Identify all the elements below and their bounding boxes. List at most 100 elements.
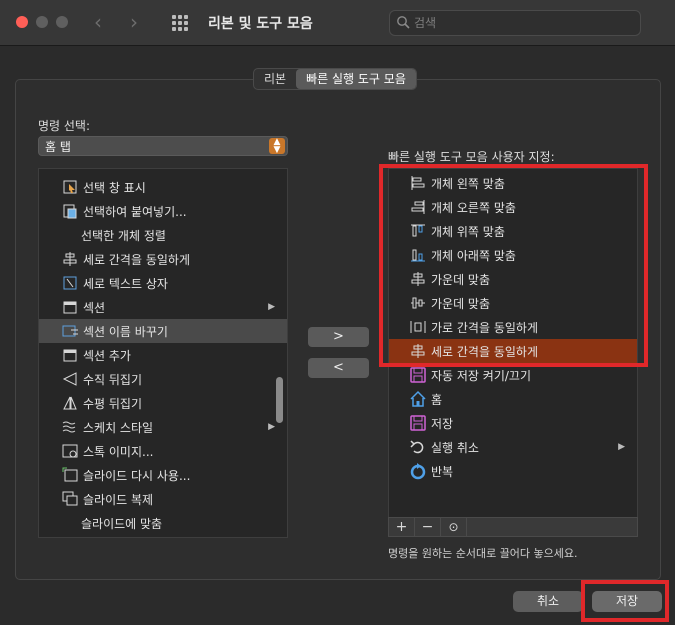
selection-pane-icon (61, 178, 79, 196)
list-item-label: 수평 뒤집기 (83, 396, 143, 411)
list-item[interactable]: 자동 저장 켜기/끄기 (389, 363, 637, 387)
scrollbar-thumb[interactable] (276, 377, 283, 423)
list-item[interactable]: 섹션 이름 바꾸기 (39, 319, 287, 343)
drag-hint: 명령을 원하는 순서대로 끌어다 놓으세요. (388, 547, 578, 560)
search-input[interactable] (414, 14, 634, 32)
search-icon (397, 16, 410, 29)
list-item-label: 스톡 이미지... (83, 444, 154, 459)
list-item[interactable]: 실행 취소 ▶ (389, 435, 637, 459)
toolbar-commands-list[interactable]: 개체 왼쪽 맞춤개체 오른쪽 맞춤개체 위쪽 맞춤개체 아래쪽 맞춤가운데 맞춤… (388, 168, 638, 518)
remove-command-button[interactable]: < (308, 358, 369, 378)
list-item-label: 자동 저장 켜기/끄기 (431, 368, 531, 383)
home-icon (409, 390, 427, 408)
list-item[interactable]: 개체 아래쪽 맞춤 (389, 243, 637, 267)
list-item[interactable]: 세로 간격을 동일하게 (389, 339, 637, 363)
list-item-label: 섹션 추가 (83, 348, 131, 363)
submenu-arrow-icon: ▶ (618, 442, 625, 452)
select-value: 홈 탭 (45, 140, 71, 154)
list-item-label: 개체 위쪽 맞춤 (431, 224, 505, 239)
list-item[interactable]: 수직 뒤집기 (39, 367, 287, 391)
list-item[interactable]: 홈 (389, 387, 637, 411)
rename-section-icon (61, 322, 79, 340)
grid-icon[interactable] (172, 15, 188, 31)
align-right-icon (409, 198, 427, 216)
save-button[interactable]: 저장 (592, 591, 662, 612)
customize-toolbar-label: 빠른 실행 도구 모음 사용자 지정: (388, 150, 555, 164)
list-item-label: 반복 (431, 464, 454, 479)
align-bottom-icon (409, 246, 427, 264)
search-box[interactable] (389, 10, 641, 36)
list-toolbar: + − ⊙ (388, 517, 638, 537)
list-item-label: 저장 (431, 416, 454, 431)
list-item[interactable]: 세로 간격을 동일하게 (39, 247, 287, 271)
back-chevron-icon[interactable]: ‹ (94, 10, 102, 34)
list-item[interactable]: 선택하여 붙여넣기... (39, 199, 287, 223)
list-item[interactable]: 저장 (389, 411, 637, 435)
add-command-button[interactable]: > (308, 327, 369, 347)
tab-quick-access-toolbar[interactable]: 빠른 실행 도구 모음 (296, 69, 416, 89)
chevron-updown-icon: ▲ ▼ (269, 138, 285, 155)
list-item[interactable]: 섹션 추가 (39, 343, 287, 367)
list-item-label: 가로 간격을 동일하게 (431, 320, 538, 335)
tab-switcher: 리본 빠른 실행 도구 모음 (253, 68, 417, 90)
distribute-horizontal-icon (409, 318, 427, 336)
list-item-label: 선택 창 표시 (83, 180, 146, 195)
list-item[interactable]: 개체 위쪽 맞춤 (389, 219, 637, 243)
title-bar: ‹ › 리본 및 도구 모음 (0, 0, 675, 46)
list-item[interactable]: 반복 (389, 459, 637, 483)
list-item-label: 개체 왼쪽 맞춤 (431, 176, 505, 191)
distribute-vertical-icon (409, 342, 427, 360)
stock-image-icon (61, 442, 79, 460)
list-item[interactable]: 슬라이드 다시 사용... (39, 463, 287, 487)
list-item[interactable]: 슬라이드에 맞춤 (39, 511, 287, 535)
list-item[interactable]: 섹션 ▶ (39, 295, 287, 319)
list-item[interactable]: 가운데 맞춤 (389, 267, 637, 291)
list-item-label: 선택한 개체 정렬 (81, 228, 166, 243)
zoom-window-button[interactable] (56, 16, 68, 28)
align-top-icon (409, 222, 427, 240)
align-middle-icon (409, 294, 427, 312)
cancel-button[interactable]: 취소 (513, 591, 583, 612)
add-item-button[interactable]: + (389, 518, 415, 536)
list-item[interactable]: 수평 뒤집기 (39, 391, 287, 415)
command-category-select[interactable]: 홈 탭 ▲ ▼ (38, 136, 288, 156)
minimize-window-button[interactable] (36, 16, 48, 28)
close-window-button[interactable] (16, 16, 28, 28)
list-item-label: 수직 뒤집기 (83, 372, 143, 387)
list-item[interactable]: 개체 오른쪽 맞춤 (389, 195, 637, 219)
list-item-label: 슬라이드 복제 (83, 492, 154, 507)
list-item[interactable]: 슬라이드 복제 (39, 487, 287, 511)
list-item[interactable]: 스케치 스타일 ▶ (39, 415, 287, 439)
list-item[interactable]: 선택 창 표시 (39, 175, 287, 199)
list-item-label: 개체 아래쪽 맞춤 (431, 248, 516, 263)
list-item-label: 세로 간격을 동일하게 (431, 344, 538, 359)
remove-item-button[interactable]: − (415, 518, 441, 536)
submenu-arrow-icon: ▶ (268, 302, 275, 312)
list-item[interactable]: 스톡 이미지... (39, 439, 287, 463)
flip-horizontal-icon (61, 394, 79, 412)
list-item[interactable]: 선택한 개체 정렬 (39, 223, 287, 247)
duplicate-slide-icon (61, 490, 79, 508)
list-item-label: 개체 오른쪽 맞춤 (431, 200, 516, 215)
vertical-textbox-icon (61, 274, 79, 292)
list-item[interactable]: 가운데 맞춤 (389, 291, 637, 315)
reuse-slides-icon (61, 466, 79, 484)
forward-chevron-icon[interactable]: › (130, 10, 138, 34)
autosave-icon (409, 366, 427, 384)
list-item[interactable]: 세로 텍스트 상자 (39, 271, 287, 295)
align-center-icon (409, 270, 427, 288)
tab-ribbon[interactable]: 리본 (254, 69, 296, 89)
list-item[interactable]: 가로 간격을 동일하게 (389, 315, 637, 339)
list-item-label: 슬라이드 다시 사용... (83, 468, 191, 483)
align-left-icon (409, 174, 427, 192)
choose-commands-label: 명령 선택: (38, 119, 91, 133)
list-item-label: 선택하여 붙여넣기... (83, 204, 187, 219)
more-options-icon[interactable]: ⊙ (441, 518, 467, 536)
list-item-label: 섹션 이름 바꾸기 (83, 324, 168, 339)
list-item[interactable]: 개체 왼쪽 맞춤 (389, 171, 637, 195)
list-item-label: 가운데 맞춤 (431, 272, 491, 287)
list-item-label: 슬라이드에 맞춤 (81, 516, 163, 531)
list-item-label: 스케치 스타일 (83, 420, 154, 435)
available-commands-list[interactable]: 선택 창 표시선택하여 붙여넣기... 선택한 개체 정렬세로 간격을 동일하게 세… (38, 168, 288, 538)
list-item-label: 홈 (431, 392, 443, 407)
